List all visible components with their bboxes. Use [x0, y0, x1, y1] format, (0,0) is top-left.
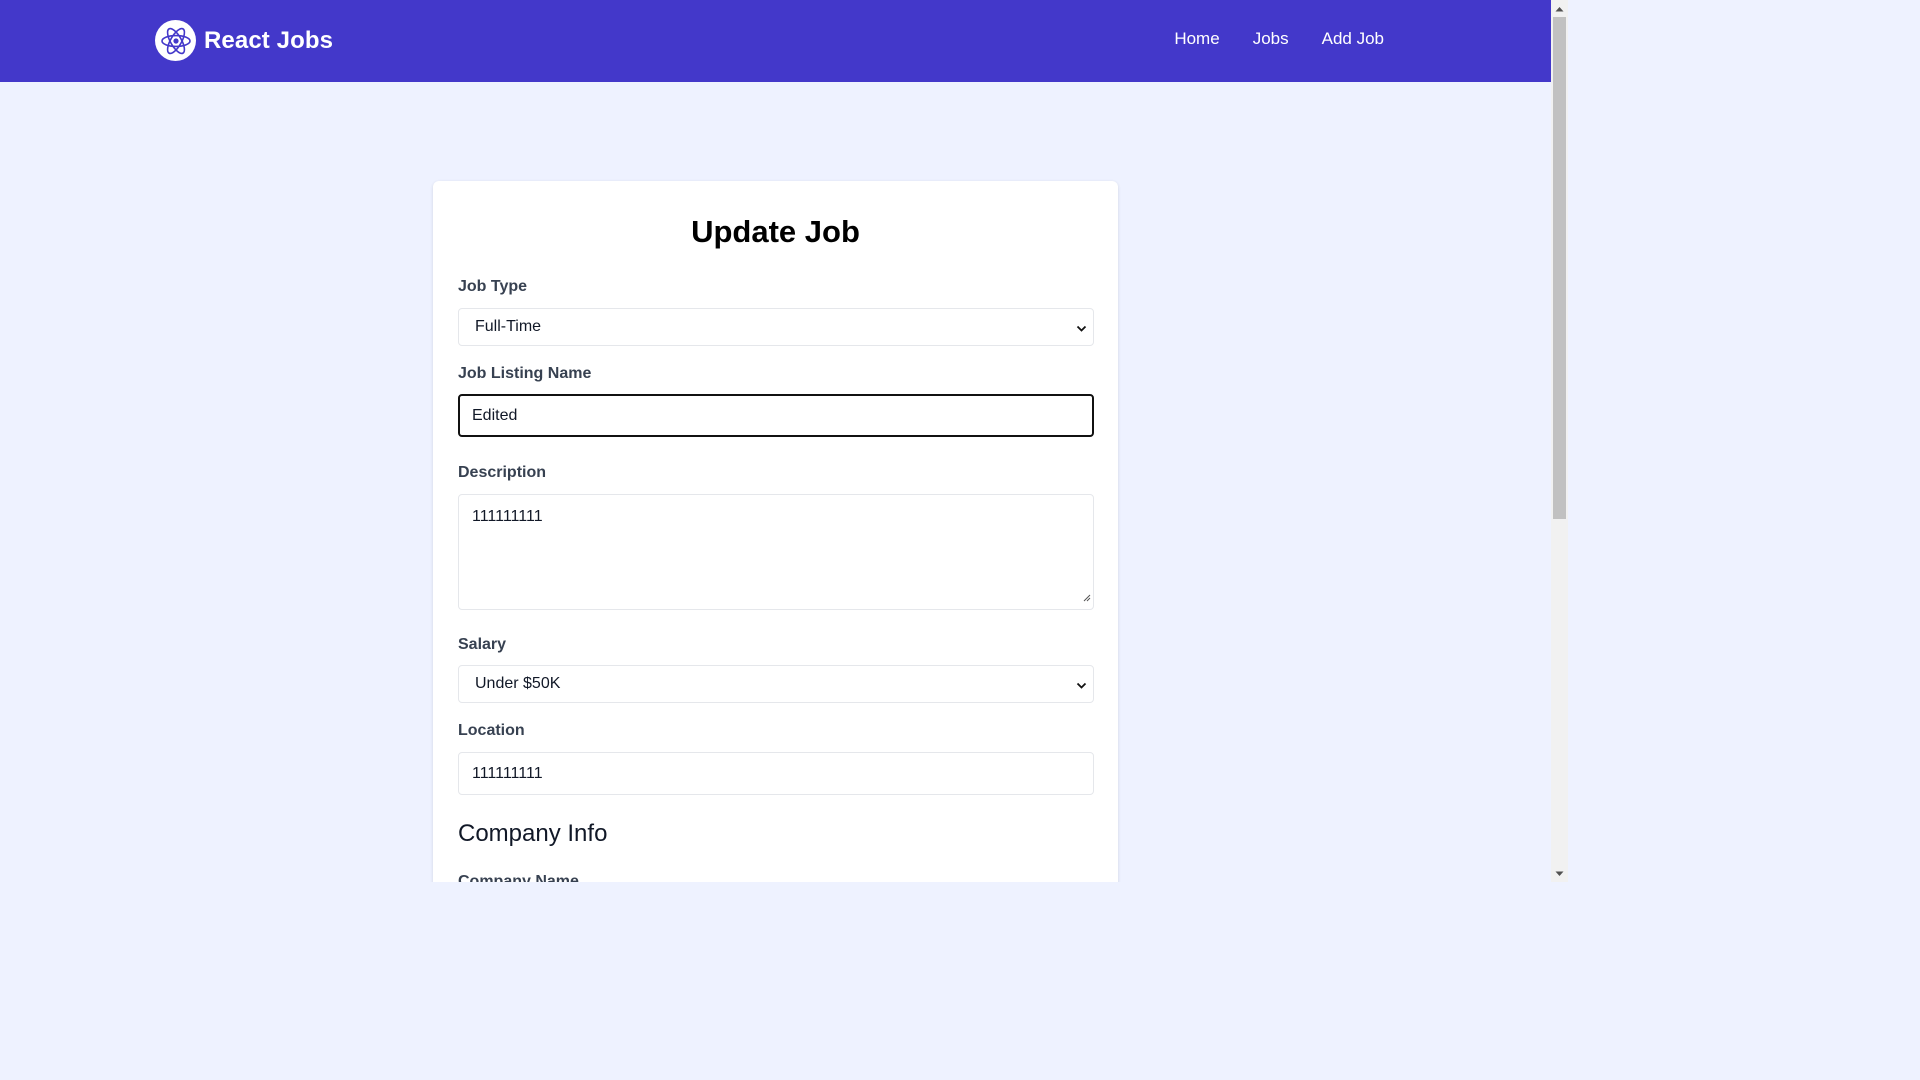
job-type-value: Full-Time: [475, 318, 542, 335]
brand-name: React Jobs: [204, 26, 334, 54]
salary-label: Salary: [458, 636, 507, 653]
company-name-label: Company Name: [458, 873, 579, 882]
description-value: 111111111: [472, 508, 543, 525]
listing-name-label: Job Listing Name: [458, 365, 592, 382]
chevron-down-icon: [1076, 678, 1087, 696]
listing-name-input[interactable]: Edited: [458, 394, 1094, 437]
job-type-select[interactable]: Full-Time: [458, 308, 1094, 346]
react-logo-icon: [155, 20, 196, 61]
nav-link-jobs[interactable]: Jobs: [1253, 29, 1289, 49]
location-input[interactable]: 111111111: [458, 752, 1094, 795]
company-info-heading: Company Info: [458, 820, 608, 847]
resize-handle-icon[interactable]: [1082, 589, 1091, 607]
location-value: 111111111: [472, 764, 543, 782]
scroll-up-icon[interactable]: [1551, 0, 1568, 17]
location-label: Location: [458, 722, 525, 739]
brand-link[interactable]: React Jobs: [155, 20, 333, 61]
page: React Jobs Home Jobs Add Job Update Job …: [0, 0, 1551, 882]
navbar: React Jobs Home Jobs Add Job: [0, 0, 1551, 82]
listing-name-value: Edited: [472, 406, 518, 424]
description-textarea[interactable]: 111111111: [458, 494, 1094, 610]
chevron-down-icon: [1076, 321, 1087, 339]
scrollbar-thumb[interactable]: [1553, 17, 1566, 519]
scroll-down-icon[interactable]: [1551, 865, 1568, 882]
vertical-scrollbar[interactable]: [1551, 0, 1568, 882]
nav-link-add-job[interactable]: Add Job: [1322, 29, 1384, 49]
description-label: Description: [458, 464, 547, 481]
salary-select[interactable]: Under $50K: [458, 665, 1094, 703]
job-type-label: Job Type: [458, 278, 528, 295]
nav-link-home[interactable]: Home: [1174, 29, 1219, 49]
nav-links: Home Jobs Add Job: [1174, 29, 1384, 49]
salary-value: Under $50K: [475, 675, 561, 692]
page-title: Update Job: [691, 214, 860, 249]
